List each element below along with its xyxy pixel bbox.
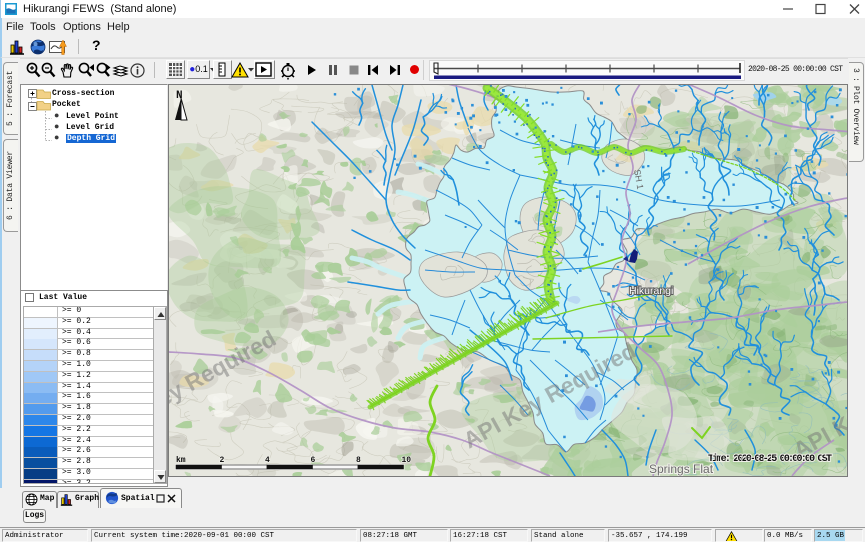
svg-text:2: 2 — [220, 456, 225, 465]
svg-text:6: 6 — [311, 456, 316, 465]
svg-text:Time: 2020-08-25 00:00:00 CST: Time: 2020-08-25 00:00:00 CST — [708, 453, 832, 465]
svg-text:8: 8 — [356, 456, 361, 465]
svg-text:Springs Flat: Springs Flat — [649, 462, 714, 476]
svg-text:km: km — [176, 456, 186, 465]
svg-text:Hikurangi: Hikurangi — [629, 285, 673, 297]
svg-text:10: 10 — [402, 456, 412, 465]
svg-text:4: 4 — [265, 456, 270, 465]
